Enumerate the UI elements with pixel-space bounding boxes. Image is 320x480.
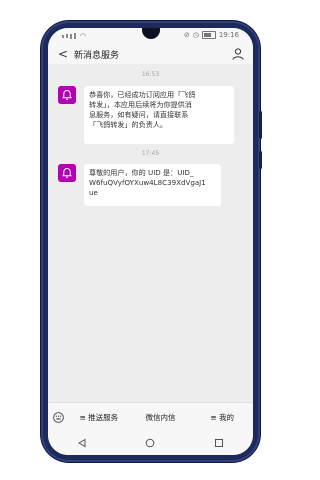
person-icon[interactable]: [231, 47, 245, 61]
signal-bar-icon: [70, 33, 72, 39]
menu-push-service[interactable]: ≡ 推送服务: [68, 412, 130, 423]
message-bubble[interactable]: 尊敬的用户，你的 UID 是：UID_ W6fuQVyfOYXuw4L8C39X…: [84, 164, 221, 206]
bottom-menu-bar: ≡ 推送服务 微信内信 ≡ 我的: [48, 402, 253, 431]
alarm-icon: ◷: [192, 31, 199, 39]
bell-icon: [62, 89, 72, 100]
bell-avatar: [58, 86, 76, 104]
phone-screen: ◠ ⊘ ◷ 19:16 < 新消息服务 16:53 恭喜你，已经成功订阅应用「飞…: [48, 28, 253, 455]
back-button[interactable]: <: [54, 47, 72, 61]
wifi-icon: ◠: [80, 32, 87, 40]
signal-bar-icon: [66, 34, 68, 38]
message-time: 16:53: [141, 71, 160, 78]
menu-wechat-message[interactable]: 微信内信: [130, 412, 192, 423]
bell-icon: [62, 167, 72, 178]
menu-mine[interactable]: ≡ 我的: [191, 412, 253, 423]
volume-button: [259, 111, 262, 139]
power-button: [259, 151, 262, 169]
message-bubble[interactable]: 恭喜你，已经成功订阅应用「飞鸽 转发」，本应用后续将为你提供消 息服务，如有疑问…: [84, 86, 234, 144]
phone-frame: ◠ ⊘ ◷ 19:16 < 新消息服务 16:53 恭喜你，已经成功订阅应用「飞…: [41, 21, 262, 462]
message-time: 17:45: [141, 150, 160, 157]
message-list: 16:53 恭喜你，已经成功订阅应用「飞鸽 转发」，本应用后续将为你提供消 息服…: [48, 64, 253, 403]
page-title: 新消息服务: [74, 50, 120, 61]
title-bar: < 新消息服务: [48, 44, 253, 64]
bell-avatar: [58, 164, 76, 182]
nav-back-icon[interactable]: [77, 438, 87, 448]
signal-indicators: ◠: [62, 32, 86, 40]
signal-bar-icon: [74, 33, 76, 39]
status-right: ⊘ ◷ 19:16: [184, 31, 239, 39]
clock: 19:16: [218, 31, 239, 39]
nav-home-icon[interactable]: [145, 438, 155, 448]
signal-bar-icon: [62, 34, 64, 38]
nav-recent-icon[interactable]: [214, 438, 224, 448]
keyboard-icon: [52, 411, 64, 423]
system-navigation-bar: [48, 431, 253, 455]
keyboard-toggle[interactable]: [48, 411, 68, 423]
mute-icon: ⊘: [183, 31, 190, 39]
battery-icon: [201, 31, 216, 39]
